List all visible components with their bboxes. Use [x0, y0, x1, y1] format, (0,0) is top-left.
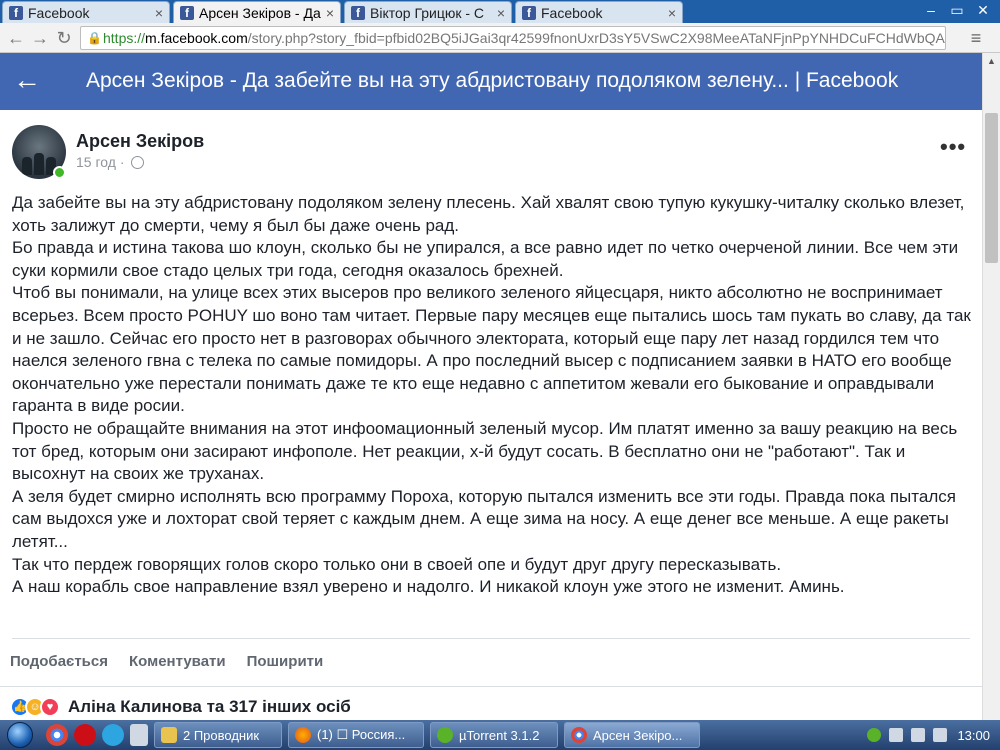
opera-icon[interactable]: [74, 724, 96, 746]
close-icon[interactable]: ×: [497, 5, 505, 21]
scroll-thumb[interactable]: [985, 113, 998, 263]
taskbar-button-label: Арсен Зекіро...: [593, 727, 683, 743]
close-icon[interactable]: ×: [326, 5, 334, 21]
browser-menu-icon[interactable]: ≡: [966, 27, 986, 49]
divider: [0, 686, 982, 687]
share-button[interactable]: Поширити: [247, 653, 324, 670]
like-button[interactable]: Подобається: [10, 653, 108, 670]
globe-icon: [130, 155, 144, 169]
folder-icon: [161, 727, 177, 743]
chrome-icon: [571, 727, 587, 743]
window-controls: – ▭ ✕: [918, 0, 996, 20]
network-icon[interactable]: [889, 728, 904, 742]
telegram-icon[interactable]: [102, 724, 124, 746]
flag-icon[interactable]: [911, 728, 926, 742]
browser-tab-3[interactable]: f Віктор Грицюк - С ×: [344, 1, 512, 23]
close-icon[interactable]: ×: [668, 5, 676, 21]
volume-icon[interactable]: [933, 728, 948, 742]
facebook-favicon-icon: f: [9, 5, 23, 20]
clock[interactable]: 13:00: [957, 728, 990, 743]
post-paragraph: А зеля будет смирно исполнять всю програ…: [12, 486, 956, 551]
utorrent-icon: [437, 727, 453, 743]
taskbar-button-chrome[interactable]: Арсен Зекіро...: [564, 722, 700, 748]
post-author[interactable]: Арсен Зекіров: [76, 131, 204, 152]
windows-logo-icon: [7, 722, 33, 748]
post-paragraph: Чтоб вы понимали, на улице всех этих выс…: [12, 283, 971, 416]
facebook-favicon-icon: f: [522, 5, 536, 20]
comment-button[interactable]: Коментувати: [129, 653, 226, 670]
post-paragraph: А наш корабль свое направление взял увер…: [12, 577, 845, 597]
start-button[interactable]: [0, 720, 40, 750]
chrome-icon[interactable]: [46, 724, 68, 746]
minimize-icon[interactable]: –: [918, 0, 944, 20]
address-bar-row: ← → ↻ 🔒 https://m.facebook.com/story.php?…: [0, 23, 1000, 53]
close-window-icon[interactable]: ✕: [970, 0, 996, 20]
post-actions: Подобається Коментувати Поширити: [10, 653, 323, 670]
close-icon[interactable]: ×: [155, 5, 163, 21]
love-reaction-icon: ♥: [40, 697, 60, 717]
back-icon[interactable]: ←: [4, 27, 28, 49]
avatar-figure: [34, 153, 44, 175]
taskbar-button-utorrent[interactable]: µTorrent 3.1.2: [430, 722, 558, 748]
tab-label: Facebook: [541, 4, 603, 21]
more-options-icon[interactable]: •••: [940, 134, 966, 160]
page-title: Арсен Зекіров - Да забейте вы на эту абд…: [86, 69, 899, 92]
system-tray: 13:00: [859, 720, 1000, 750]
url-input[interactable]: 🔒 https://m.facebook.com/story.php?story_…: [80, 26, 946, 50]
url-scheme: https://: [103, 30, 146, 46]
firefox-icon: [295, 727, 311, 743]
browser-tab-4[interactable]: f Facebook ×: [515, 1, 683, 23]
avatar-figure: [22, 157, 32, 175]
url-path: /story.php?story_fbid=pfbid02BQ5iJGai3qr…: [247, 30, 945, 46]
post-paragraph: Так что пердеж говорящих голов скоро тол…: [12, 554, 782, 574]
taskbar-button-label: 2 Проводник: [183, 727, 260, 743]
facebook-favicon-icon: f: [180, 5, 194, 20]
page-header: ← Арсен Зекіров - Да забейте вы на эту а…: [0, 53, 982, 110]
taskbar-button-explorer[interactable]: 2 Проводник: [154, 722, 282, 748]
tab-label: Facebook: [28, 4, 90, 21]
browser-tab-bar: f Facebook × f Арсен Зекіров - Да × f Ві…: [0, 0, 1000, 23]
post-paragraph: Просто не обращайте внимания на этот инф…: [12, 418, 958, 484]
url-host: m.facebook.com: [145, 30, 248, 46]
post-meta: 15 год ·: [76, 154, 144, 170]
online-status-icon: [53, 166, 66, 179]
tab-label: Віктор Грицюк - С: [370, 4, 485, 21]
facebook-favicon-icon: f: [351, 5, 365, 20]
taskbar-button-label: µTorrent 3.1.2: [459, 727, 540, 743]
browser-tab-1[interactable]: f Facebook ×: [2, 1, 170, 23]
reload-icon[interactable]: ↻: [52, 27, 76, 49]
lock-icon: 🔒: [87, 31, 102, 45]
vertical-scrollbar[interactable]: ▲: [982, 53, 1000, 720]
maximize-icon[interactable]: ▭: [944, 0, 970, 20]
taskbar-button-label: (1) ☐ Россия...: [317, 727, 406, 742]
forward-icon[interactable]: →: [28, 27, 52, 49]
post-paragraph: Да забейте вы на эту абдристовану подоля…: [12, 193, 965, 235]
browser-tab-2[interactable]: f Арсен Зекіров - Да ×: [173, 1, 341, 23]
divider: [12, 638, 970, 639]
post-paragraph: Бо правда и истина такова шо клоун, скол…: [12, 238, 959, 280]
reactions-text: Аліна Калинова та 317 інших осіб: [68, 697, 351, 716]
tab-label: Арсен Зекіров - Да: [199, 4, 321, 21]
separator-dot: ·: [119, 154, 125, 170]
reactions-summary[interactable]: 👍 ☺ ♥ Аліна Калинова та 317 інших осіб: [10, 697, 351, 717]
post-body: Да забейте вы на эту абдристовану подоля…: [12, 192, 977, 599]
utorrent-tray-icon[interactable]: [867, 728, 882, 742]
back-arrow-icon[interactable]: ←: [12, 65, 42, 95]
post-time[interactable]: 15 год: [76, 154, 116, 170]
scroll-up-icon[interactable]: ▲: [983, 53, 1000, 70]
document-icon[interactable]: [130, 724, 148, 746]
taskbar-button-firefox[interactable]: (1) ☐ Россия...: [288, 722, 424, 748]
taskbar: 2 Проводник (1) ☐ Россия... µTorrent 3.1…: [0, 720, 1000, 750]
